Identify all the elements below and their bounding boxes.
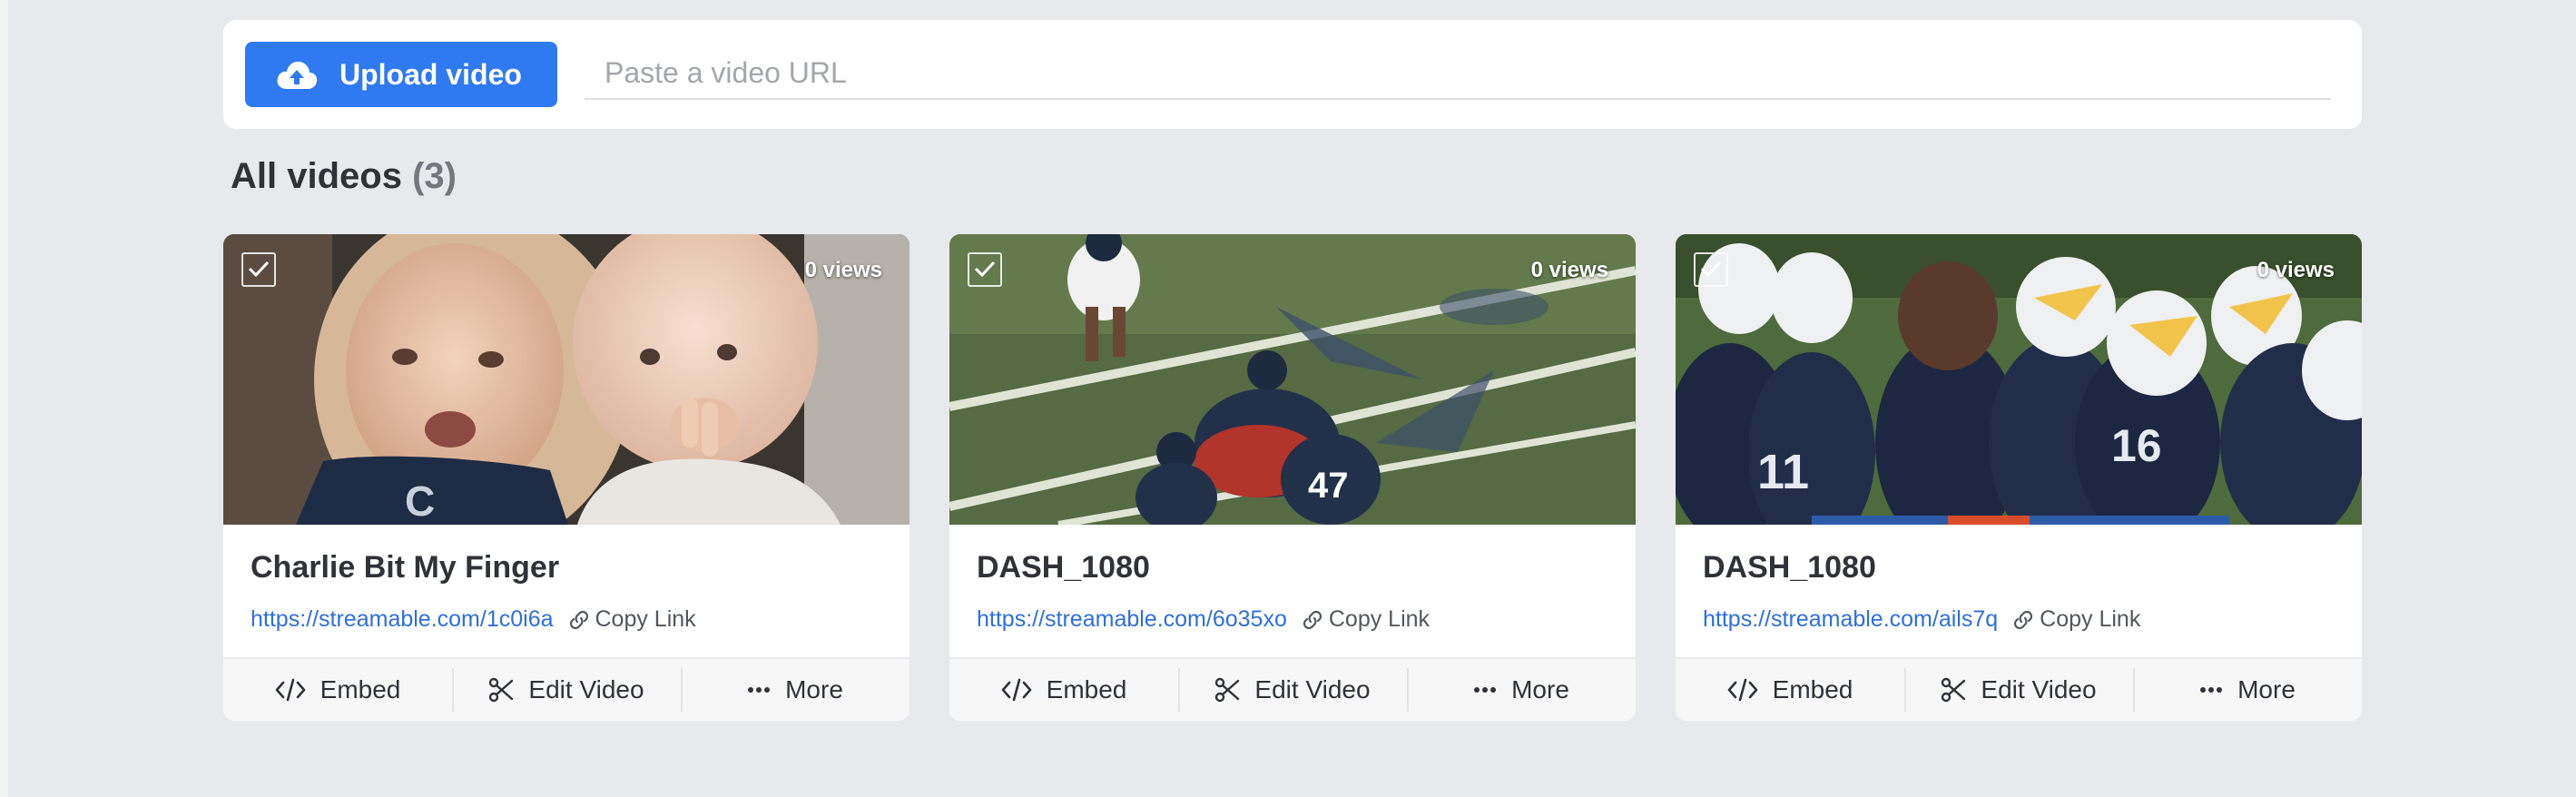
video-title[interactable]: DASH_1080 — [977, 550, 1150, 585]
embed-button[interactable]: Embed — [949, 659, 1178, 721]
copy-link-label: Copy Link — [1328, 606, 1431, 632]
video-count: (3) — [412, 156, 457, 196]
embed-label: Embed — [1772, 675, 1853, 704]
video-card: 11 16 0 views DASH_1080 https://streamab… — [1676, 234, 2362, 721]
svg-text:11: 11 — [1757, 445, 1809, 499]
more-label: More — [785, 675, 843, 704]
embed-button[interactable]: Embed — [1676, 659, 1904, 721]
ellipsis-icon — [1474, 687, 1497, 693]
code-icon — [1001, 678, 1031, 702]
video-thumbnail[interactable]: 11 16 0 views — [1676, 234, 2362, 525]
scissors-icon — [489, 677, 514, 703]
all-videos-heading: All videos (3) — [231, 156, 457, 197]
link-icon — [2014, 610, 2033, 629]
upload-video-label: Upload video — [339, 58, 522, 91]
copy-link-label: Copy Link — [2040, 606, 2141, 632]
select-checkbox[interactable] — [1694, 252, 1728, 287]
checkmark-icon — [974, 261, 996, 278]
video-thumbnail[interactable]: 47 0 views — [949, 234, 1636, 525]
svg-text:47: 47 — [1308, 466, 1349, 506]
edit-video-button[interactable]: Edit Video — [452, 659, 681, 721]
video-card: C 0 views Charlie Bit My Finger https://… — [223, 234, 909, 721]
embed-label: Embed — [320, 675, 401, 704]
edit-video-label: Edit Video — [1981, 675, 2097, 704]
copy-link-button[interactable]: Copy Link — [1302, 606, 1430, 633]
video-url-input[interactable] — [585, 47, 2331, 100]
view-count: 0 views — [2256, 258, 2335, 282]
scissors-icon — [1942, 677, 1966, 703]
video-title[interactable]: Charlie Bit My Finger — [251, 550, 559, 585]
edit-video-button[interactable]: Edit Video — [1178, 659, 1407, 721]
ellipsis-icon — [748, 687, 771, 693]
video-thumbnail[interactable]: C 0 views — [223, 234, 909, 525]
edit-video-label: Edit Video — [528, 675, 644, 704]
cloud-upload-icon — [276, 60, 318, 91]
video-url-link[interactable]: https://streamable.com/6o35xo — [977, 606, 1287, 633]
embed-label: Embed — [1046, 675, 1127, 704]
edit-video-label: Edit Video — [1254, 675, 1371, 704]
video-card: 47 0 views DASH_1080 https://streamable.… — [949, 234, 1636, 721]
link-row: https://streamable.com/ails7q Copy Link — [1703, 606, 2140, 633]
more-button[interactable]: More — [681, 659, 909, 721]
more-button[interactable]: More — [2133, 659, 2362, 721]
card-actions: Embed Edit Video More — [1676, 657, 2362, 721]
link-row: https://streamable.com/6o35xo Copy Link — [977, 606, 1430, 633]
more-label: More — [1511, 675, 1569, 704]
more-button[interactable]: More — [1407, 659, 1636, 721]
upload-bar: Upload video — [223, 20, 2362, 129]
view-count: 0 views — [804, 258, 882, 282]
copy-link-button[interactable]: Copy Link — [2012, 606, 2140, 633]
svg-text:C: C — [405, 477, 435, 525]
link-icon — [1303, 610, 1322, 629]
link-icon — [569, 610, 588, 629]
code-icon — [1727, 678, 1757, 702]
card-actions: Embed Edit Video More — [223, 657, 909, 721]
checkmark-icon — [1700, 261, 1722, 278]
checkmark-icon — [248, 261, 270, 278]
embed-button[interactable]: Embed — [223, 659, 452, 721]
copy-link-label: Copy Link — [595, 606, 696, 632]
svg-text:16: 16 — [2111, 420, 2162, 471]
video-title[interactable]: DASH_1080 — [1703, 550, 1876, 585]
select-checkbox[interactable] — [241, 252, 276, 287]
copy-link-button[interactable]: Copy Link — [568, 606, 696, 633]
video-url-link[interactable]: https://streamable.com/ails7q — [1703, 606, 1998, 633]
edit-video-button[interactable]: Edit Video — [1904, 659, 2133, 721]
code-icon — [275, 678, 305, 702]
more-label: More — [2237, 675, 2296, 704]
view-count: 0 views — [1530, 258, 1608, 282]
upload-video-button[interactable]: Upload video — [245, 42, 557, 107]
video-url-link[interactable]: https://streamable.com/1c0i6a — [251, 606, 554, 633]
select-checkbox[interactable] — [968, 252, 1002, 287]
link-row: https://streamable.com/1c0i6a Copy Link — [251, 606, 696, 633]
all-videos-title: All videos — [231, 156, 402, 196]
left-edge-strip — [0, 0, 8, 797]
scissors-icon — [1215, 677, 1240, 703]
card-actions: Embed Edit Video More — [949, 657, 1636, 721]
ellipsis-icon — [2200, 687, 2223, 693]
